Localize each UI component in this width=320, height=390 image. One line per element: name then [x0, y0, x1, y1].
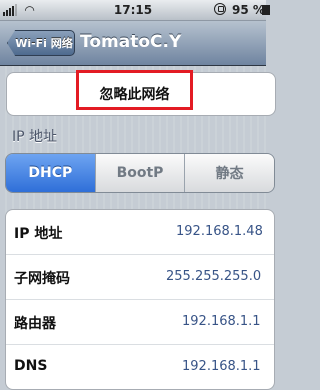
table-row: IP 地址 192.168.1.48	[6, 210, 274, 255]
table-row: 路由器 192.168.1.1	[6, 300, 274, 345]
status-time: 17:15	[113, 3, 153, 17]
back-button[interactable]: Wi-Fi 网络	[7, 30, 75, 56]
navigation-bar: Wi-Fi 网络 TomatoC.Y	[0, 21, 266, 66]
network-details-table: IP 地址 192.168.1.48 子网掩码 255.255.255.0 路由…	[5, 209, 275, 390]
segment-dhcp[interactable]: DHCP	[6, 154, 96, 192]
row-label: IP 地址	[14, 226, 63, 242]
battery-icon	[262, 5, 270, 15]
page-title: TomatoC.Y	[80, 32, 182, 52]
row-label: 子网掩码	[14, 271, 70, 287]
table-row: 子网掩码 255.255.255.0	[6, 255, 274, 300]
status-bar: ◠ 17:15 95 %	[0, 0, 270, 21]
table-row: DNS 192.168.1.1	[6, 345, 274, 389]
row-value: 192.168.1.1	[182, 314, 261, 329]
ip-mode-segmented-control[interactable]: DHCP BootP 静态	[5, 153, 275, 193]
row-value: 192.168.1.48	[176, 224, 263, 239]
row-value: 255.255.255.0	[166, 269, 262, 284]
battery-percent: 95 %	[232, 3, 265, 17]
segment-bootp[interactable]: BootP	[95, 154, 186, 192]
row-value: 192.168.1.1	[182, 359, 261, 374]
row-label: DNS	[14, 358, 48, 374]
segment-static[interactable]: 静态	[185, 154, 274, 192]
forget-network-button[interactable]: 忽略此网络	[78, 84, 191, 104]
ip-section-label: IP 地址	[12, 129, 58, 145]
rotation-lock-icon	[214, 3, 226, 15]
row-label: 路由器	[14, 316, 56, 332]
